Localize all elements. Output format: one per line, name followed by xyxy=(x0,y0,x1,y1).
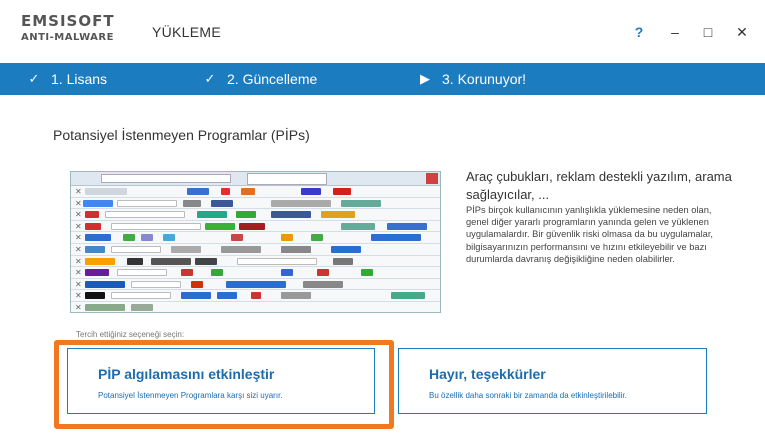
option-title: Hayır, teşekkürler xyxy=(429,366,546,382)
toolbar-row: ✕ xyxy=(71,301,440,312)
toolbar-row: ✕ xyxy=(71,220,440,233)
toolbar-row: ✕ xyxy=(71,255,440,268)
step-update: ✓ 2. Güncelleme xyxy=(203,63,318,95)
play-arrow-icon: ▶ xyxy=(420,71,430,86)
check-icon: ✓ xyxy=(28,71,40,86)
logo-line1: EMSISOFT xyxy=(21,12,115,30)
pip-description-body: PİPs birçok kullanıcının yanlışlıkla yük… xyxy=(466,205,714,264)
recommended-highlight-frame xyxy=(54,340,394,429)
toolbar-row: ✕ xyxy=(71,197,440,210)
toolbar-row: ✕ xyxy=(71,267,440,279)
toolbar-row: ✕ xyxy=(71,278,440,291)
browser-close-icon xyxy=(426,173,438,184)
toolbar-row: ✕ xyxy=(71,209,440,221)
step-protected: ▶ 3. Korunuyor! xyxy=(418,63,526,95)
toolbar-row: ✕ xyxy=(71,232,440,244)
step-label: 3. Korunuyor! xyxy=(442,71,527,87)
pip-description-title: Araç çubukları, reklam destekli yazılım,… xyxy=(466,169,732,202)
step-label: 2. Güncelleme xyxy=(227,71,318,87)
step-license: ✓ 1. Lisans xyxy=(27,63,108,95)
toolbars-illustration: ✕ ✕ ✕ ✕ ✕ ✕ ✕ ✕ ✕ ✕ ✕ xyxy=(70,171,441,313)
steps-bar: ✓ 1. Lisans ✓ 2. Güncelleme ▶ 3. Korunuy… xyxy=(0,63,765,95)
browser-address-bar xyxy=(101,174,231,183)
toolbar-row: ✕ xyxy=(71,186,440,198)
no-thanks-button[interactable]: Hayır, teşekkürler Bu özellik daha sonra… xyxy=(398,348,707,414)
close-button[interactable]: ✕ xyxy=(730,20,754,44)
option-subtitle: Bu özellik daha sonraki bir zamanda da e… xyxy=(429,391,627,400)
logo-line2: ANTI-MALWARE xyxy=(21,32,114,43)
toolbar-row: ✕ xyxy=(71,290,440,302)
app-logo: EMSISOFT ANTI-MALWARE xyxy=(21,14,115,43)
minimize-button[interactable]: – xyxy=(663,20,687,44)
maximize-button[interactable]: □ xyxy=(696,20,720,44)
browser-tab xyxy=(247,173,327,185)
browser-titlebar xyxy=(71,172,440,186)
screen-title: YÜKLEME xyxy=(152,24,222,40)
check-icon: ✓ xyxy=(204,71,216,86)
title-bar: EMSISOFT ANTI-MALWARE YÜKLEME ? – □ ✕ xyxy=(0,0,765,63)
help-button[interactable]: ? xyxy=(627,20,651,44)
toolbar-row: ✕ xyxy=(71,243,440,256)
step-label: 1. Lisans xyxy=(51,71,108,87)
choose-option-label: Tercih ettiğiniz seçeneği seçin: xyxy=(76,330,185,339)
page-heading: Potansiyel İstenmeyen Programlar (PİPs) xyxy=(53,127,310,143)
